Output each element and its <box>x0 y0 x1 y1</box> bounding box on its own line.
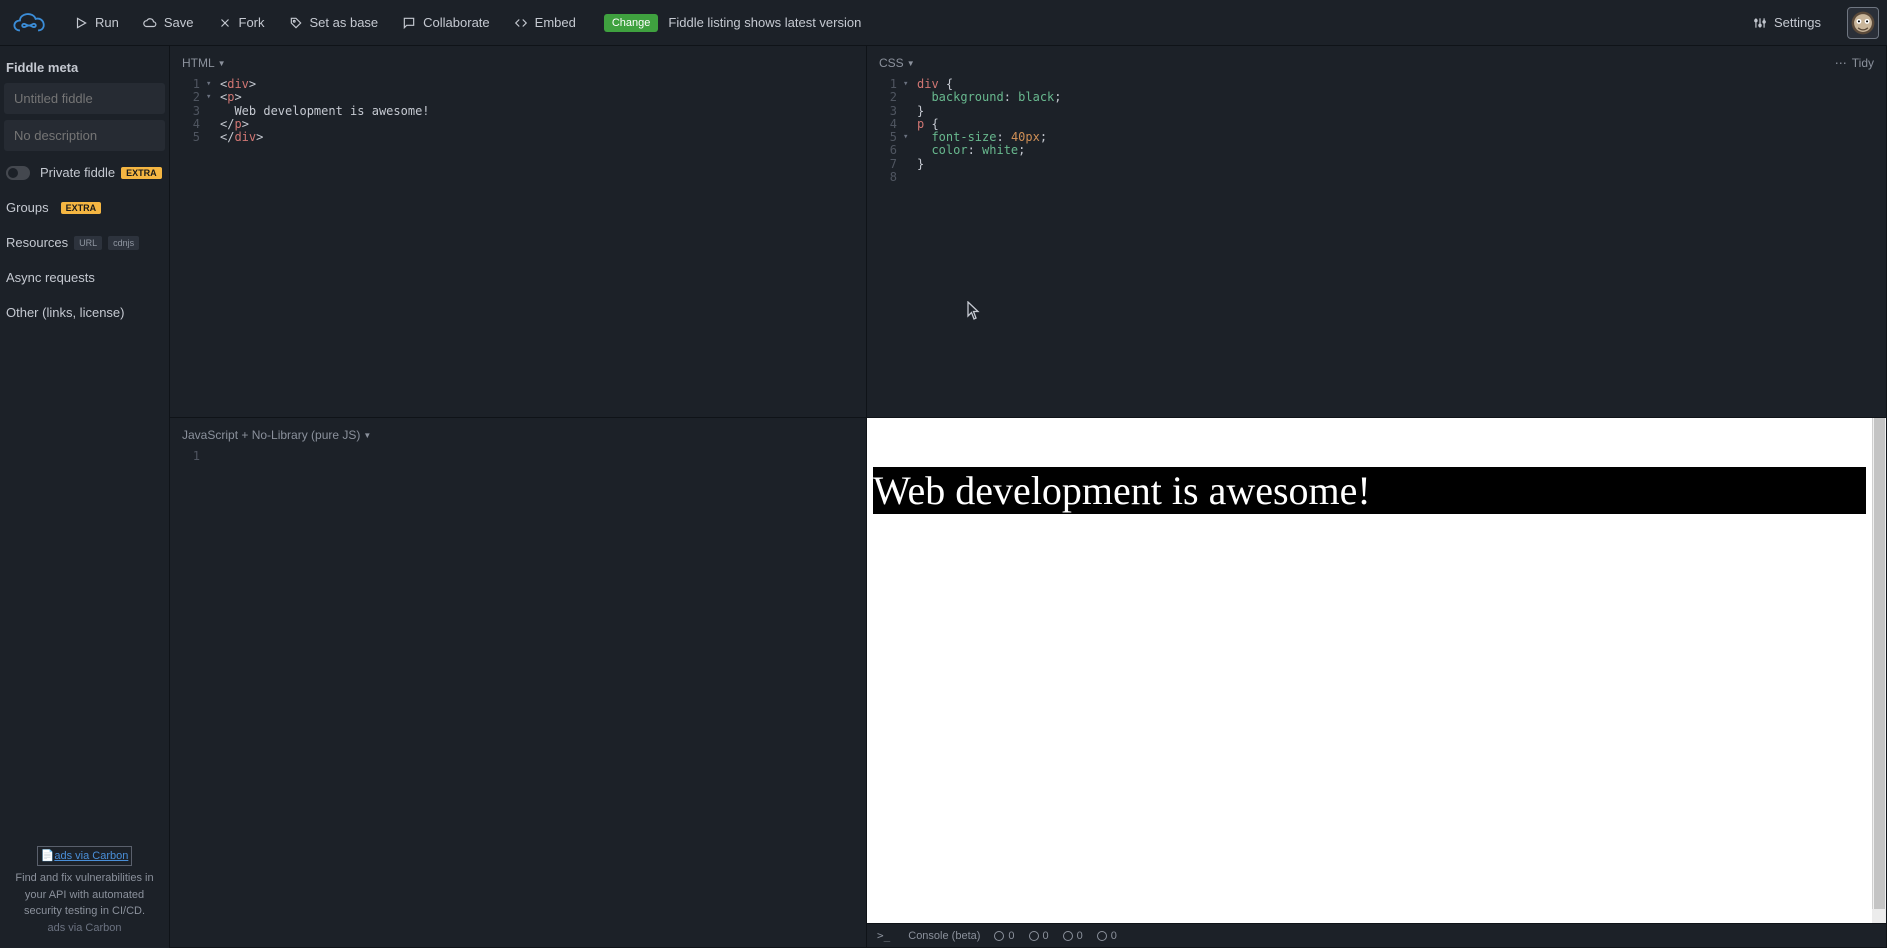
sliders-icon <box>1753 16 1767 30</box>
js-pane: JavaScript + No-Library (pure JS)▼ 1 <box>170 418 867 948</box>
result-text: Web development is awesome! <box>873 467 1866 514</box>
fiddle-description-input[interactable] <box>4 120 165 151</box>
sidebar: Fiddle meta Private fiddle EXTRA Groups … <box>0 46 170 948</box>
html-gutter: 12345 <box>170 78 206 417</box>
console-strip[interactable]: >_ Console (beta) 0 0 0 0 <box>867 923 1886 947</box>
sidebar-async[interactable]: Async requests <box>4 260 165 295</box>
embed-label: Embed <box>535 15 576 30</box>
groups-label: Groups <box>6 200 49 215</box>
private-toggle[interactable] <box>6 166 30 180</box>
js-editor[interactable]: 1 <box>170 450 866 947</box>
collaborate-label: Collaborate <box>423 15 490 30</box>
tidy-button[interactable]: ⋯ Tidy <box>1835 56 1874 70</box>
fork-button[interactable]: Fork <box>208 9 275 36</box>
ad-block: 📄ads via Carbon Find and fix vulnerabili… <box>4 838 165 948</box>
fiddle-title-input[interactable] <box>4 83 165 114</box>
result-frame[interactable]: Web development is awesome! <box>867 418 1872 923</box>
css-pane-label-text: CSS <box>879 56 904 70</box>
play-icon <box>74 16 88 30</box>
dropdown-icon: ▼ <box>363 431 371 440</box>
wand-icon: ⋯ <box>1835 56 1847 70</box>
embed-button[interactable]: Embed <box>504 9 586 36</box>
resources-label: Resources <box>6 235 68 250</box>
html-editor[interactable]: 12345 ▾▾ <div> <p> Web development is aw… <box>170 78 866 417</box>
css-editor[interactable]: 12345678 ▾▾ div { background: black; } p… <box>867 78 1886 417</box>
console-stat: 0 <box>1063 930 1083 942</box>
ad-via[interactable]: ads via Carbon <box>48 922 122 934</box>
collaborate-button[interactable]: Collaborate <box>392 9 500 36</box>
html-pane: HTML▼ 12345 ▾▾ <div> <p> Web development… <box>170 46 867 418</box>
other-label: Other (links, license) <box>6 305 124 320</box>
js-gutter: 1 <box>170 450 206 947</box>
set-as-base-button[interactable]: Set as base <box>279 9 389 36</box>
save-button[interactable]: Save <box>133 9 204 36</box>
run-button[interactable]: Run <box>64 9 129 36</box>
css-pane: CSS▼ ⋯ Tidy 12345678 ▾▾ div { background:… <box>867 46 1887 418</box>
fork-label: Fork <box>239 15 265 30</box>
async-label: Async requests <box>6 270 95 285</box>
prompt-icon: >_ <box>877 929 890 942</box>
run-label: Run <box>95 15 119 30</box>
fiddle-meta-heading: Fiddle meta <box>4 56 165 83</box>
scrollbar-corner <box>1872 909 1886 923</box>
cloud-icon <box>143 16 157 30</box>
css-gutter: 12345678 <box>867 78 903 417</box>
extra-badge: EXTRA <box>121 167 162 179</box>
settings-button[interactable]: Settings <box>1743 9 1831 36</box>
css-pane-label[interactable]: CSS▼ <box>879 56 915 70</box>
private-label: Private fiddle <box>40 165 115 180</box>
jsfiddle-logo[interactable] <box>8 7 50 39</box>
console-label: Console (beta) <box>908 930 980 942</box>
ad-image-placeholder[interactable]: 📄ads via Carbon <box>37 846 133 867</box>
html-pane-label[interactable]: HTML▼ <box>182 56 226 70</box>
extra-badge: EXTRA <box>61 202 102 214</box>
ad-text: Find and fix vulnerabilities in your API… <box>15 872 153 917</box>
avatar[interactable] <box>1847 7 1879 39</box>
save-label: Save <box>164 15 194 30</box>
settings-label: Settings <box>1774 15 1821 30</box>
url-badge: URL <box>74 236 102 250</box>
console-stat: 0 <box>1097 930 1117 942</box>
html-pane-label-text: HTML <box>182 56 215 70</box>
topbar: Run Save Fork Set as base Collaborate Em… <box>0 0 1887 46</box>
sidebar-resources[interactable]: Resources URL cdnjs <box>4 225 165 260</box>
sidebar-groups[interactable]: Groups EXTRA <box>4 190 165 225</box>
js-pane-label[interactable]: JavaScript + No-Library (pure JS)▼ <box>182 428 371 442</box>
listing-text: Fiddle listing shows latest version <box>668 15 861 30</box>
dropdown-icon: ▼ <box>218 59 226 68</box>
fork-icon <box>218 16 232 30</box>
code-icon <box>514 16 528 30</box>
tag-icon <box>289 16 303 30</box>
sidebar-other[interactable]: Other (links, license) <box>4 295 165 330</box>
console-stat: 0 <box>994 930 1014 942</box>
chat-icon <box>402 16 416 30</box>
result-pane: Web development is awesome! >_ Console (… <box>867 418 1887 948</box>
dropdown-icon: ▼ <box>907 59 915 68</box>
tidy-label: Tidy <box>1852 56 1874 70</box>
set-as-base-label: Set as base <box>310 15 379 30</box>
js-pane-label-text: JavaScript + No-Library (pure JS) <box>182 428 360 442</box>
console-stat: 0 <box>1029 930 1049 942</box>
scrollbar-thumb[interactable] <box>1874 418 1885 923</box>
cdnjs-badge: cdnjs <box>108 236 139 250</box>
change-button[interactable]: Change <box>604 14 659 32</box>
result-scrollbar[interactable] <box>1872 418 1886 923</box>
ad-image-link[interactable]: ads via Carbon <box>54 848 128 865</box>
